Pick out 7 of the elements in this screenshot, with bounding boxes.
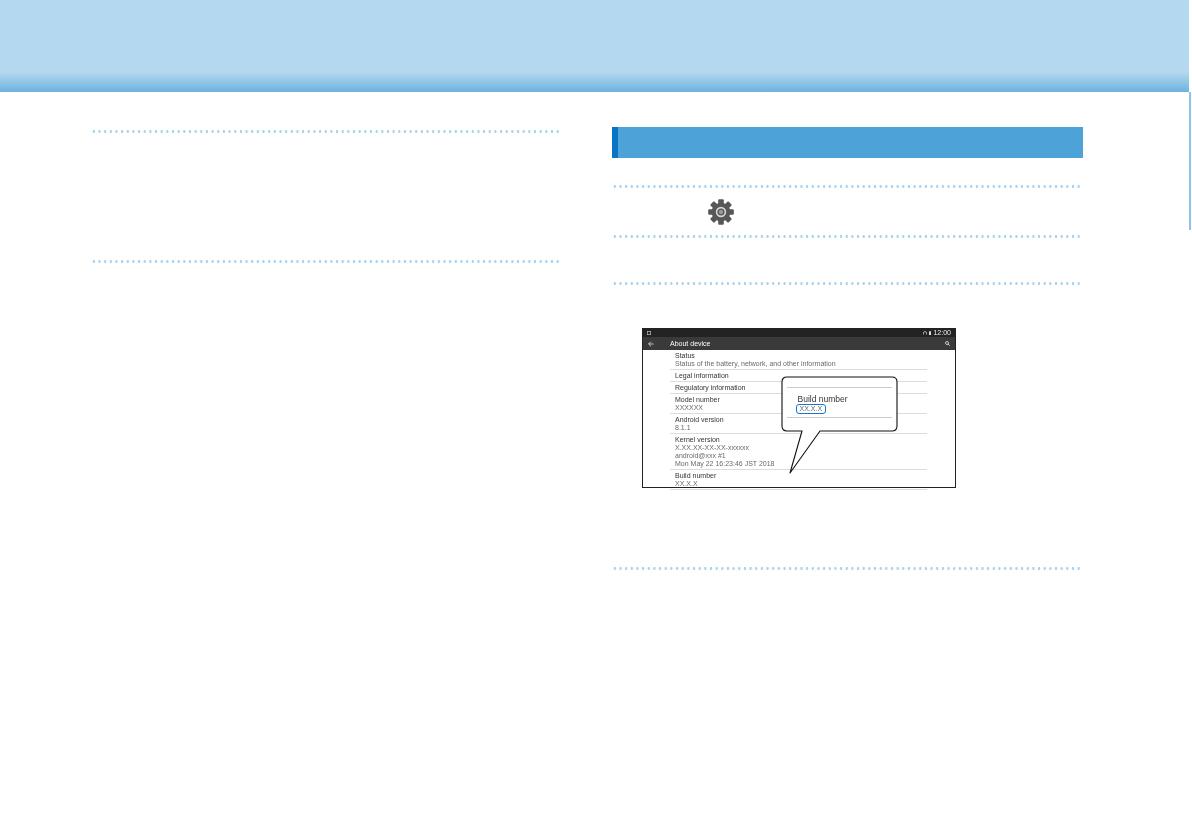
battery-icon [929,330,932,336]
back-arrow-icon[interactable] [648,340,654,347]
callout-title: Build number [797,394,848,404]
search-icon[interactable] [945,341,950,346]
headset-icon [923,331,928,335]
notification-icon [647,331,651,335]
gear-icon [708,198,734,225]
